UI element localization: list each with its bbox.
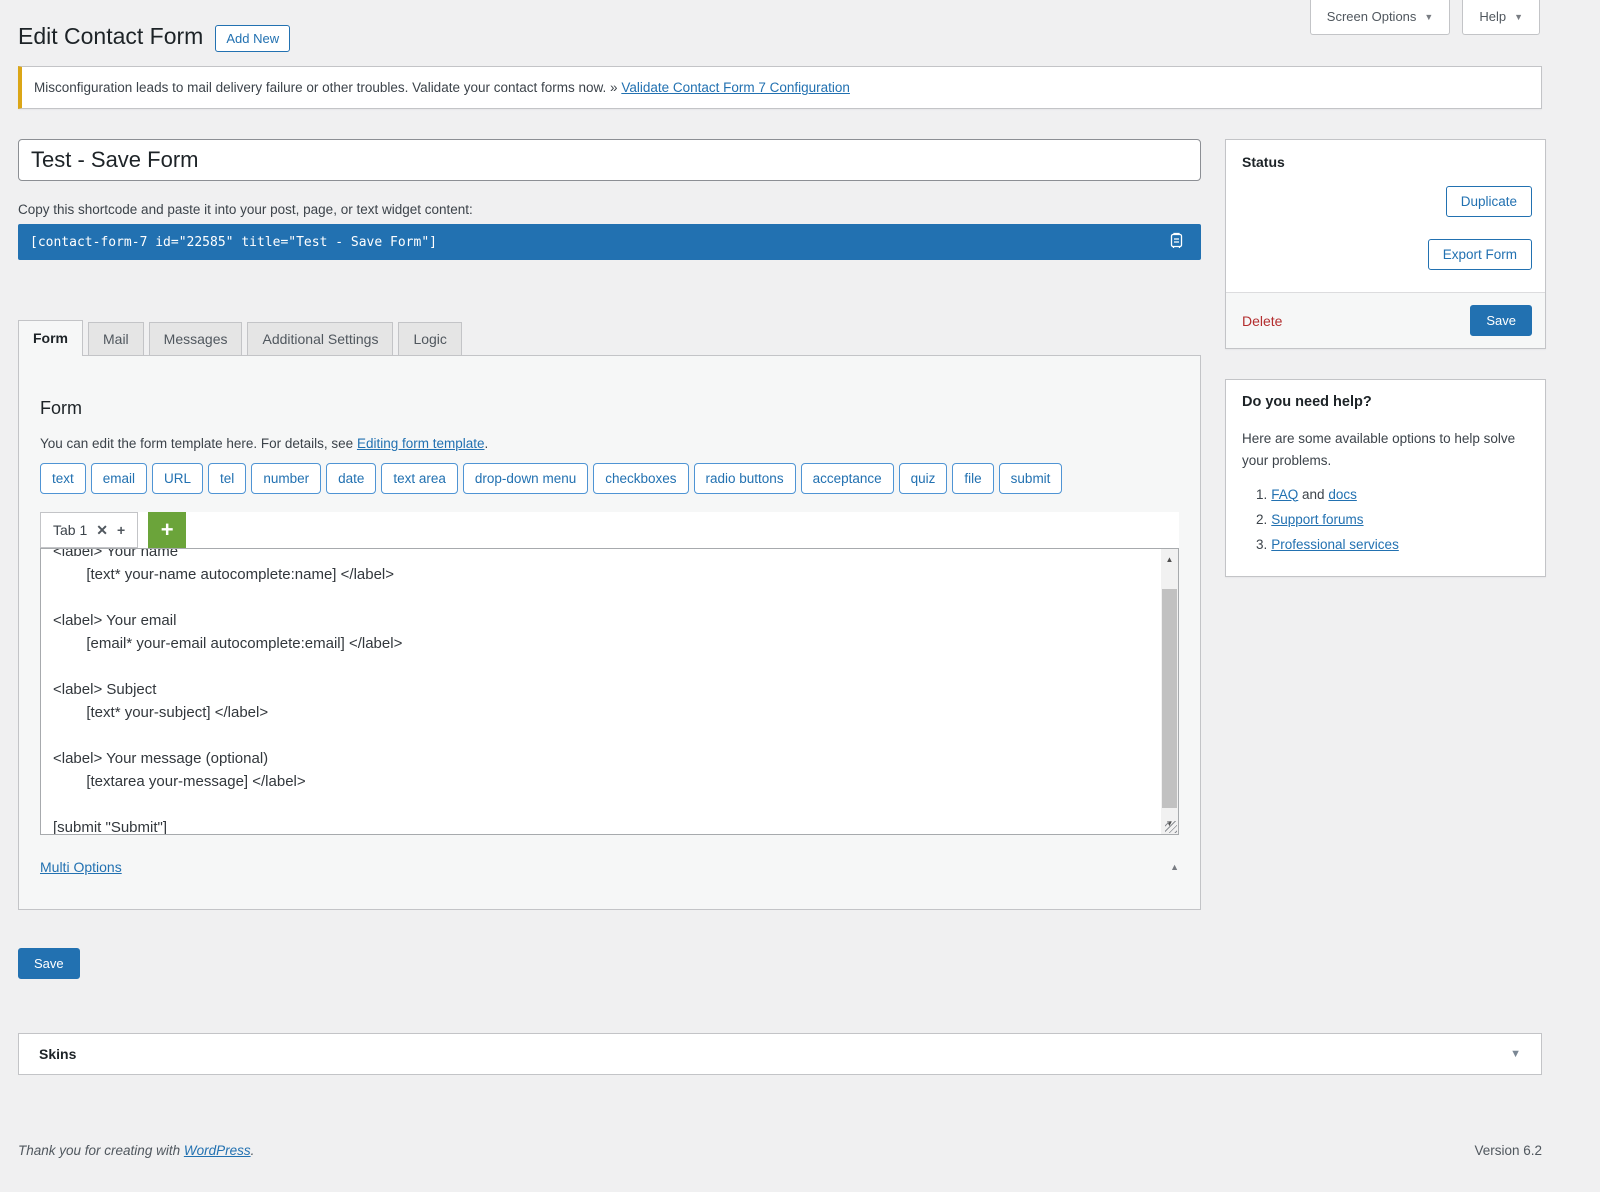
- editor-tab-1-label: Tab 1: [53, 522, 87, 538]
- tag-button-number[interactable]: number: [251, 463, 321, 494]
- editor-tab-1[interactable]: Tab 1 ✕ +: [40, 512, 138, 548]
- panel-heading: Form: [40, 398, 1179, 419]
- panel-description-period: .: [485, 436, 489, 451]
- main-column: Copy this shortcode and paste it into yo…: [18, 139, 1201, 979]
- copy-shortcode-button[interactable]: [1164, 232, 1189, 252]
- tag-button-email[interactable]: email: [91, 463, 147, 494]
- tag-button-submit[interactable]: submit: [999, 463, 1063, 494]
- form-template-code[interactable]: <label> Your name [text* your-name autoc…: [41, 549, 1161, 834]
- page-title: Edit Contact Form: [18, 22, 203, 52]
- tag-button-file[interactable]: file: [952, 463, 993, 494]
- save-button[interactable]: Save: [18, 948, 80, 979]
- shortcode-value[interactable]: [contact-form-7 id="22585" title="Test -…: [30, 235, 437, 250]
- delete-link[interactable]: Delete: [1242, 313, 1282, 329]
- editor-scrollbar[interactable]: ▲ ▼: [1161, 549, 1178, 834]
- form-template-editor-area: <label> Your name [text* your-name autoc…: [40, 548, 1179, 835]
- editor-tab-nav: Tab 1 ✕ + +: [40, 512, 1179, 548]
- close-tab-icon[interactable]: ✕: [96, 522, 108, 539]
- footer-thanks: Thank you for creating with WordPress.: [18, 1143, 254, 1158]
- help-intro: Here are some available options to help …: [1242, 428, 1529, 473]
- support-forums-link[interactable]: Support forums: [1271, 512, 1363, 527]
- chevron-down-icon[interactable]: ▼: [1510, 1048, 1521, 1060]
- screen-meta: Screen Options ▼ Help ▼: [1310, 0, 1540, 35]
- wordpress-link[interactable]: WordPress: [184, 1143, 251, 1158]
- professional-services-link[interactable]: Professional services: [1271, 537, 1399, 552]
- editor-tabs: Form Mail Messages Additional Settings L…: [18, 321, 1201, 355]
- tag-button-text-area[interactable]: text area: [381, 463, 458, 494]
- multi-options-row: Multi Options ▲: [40, 835, 1179, 883]
- panel-description-text: You can edit the form template here. For…: [40, 436, 357, 451]
- docs-link[interactable]: docs: [1328, 487, 1357, 502]
- footer-thanks-period: .: [251, 1143, 255, 1158]
- add-tab-inline-icon[interactable]: +: [117, 522, 125, 538]
- faq-link[interactable]: FAQ: [1271, 487, 1298, 502]
- tag-generator-buttons: text email URL tel number date text area…: [40, 463, 1179, 494]
- help-item-number: 3.: [1256, 537, 1267, 552]
- status-box: Status Duplicate Export Form Delete Save: [1225, 139, 1546, 349]
- skins-section[interactable]: Skins ▼: [18, 1033, 1542, 1075]
- tag-button-url[interactable]: URL: [152, 463, 203, 494]
- form-title-input[interactable]: [18, 139, 1201, 181]
- chevron-down-icon: ▼: [1514, 12, 1523, 22]
- add-tab-button[interactable]: +: [148, 512, 186, 548]
- tab-additional-settings[interactable]: Additional Settings: [247, 322, 393, 356]
- tag-button-radio-buttons[interactable]: radio buttons: [694, 463, 796, 494]
- footer-thanks-text: Thank you for creating with: [18, 1143, 184, 1158]
- shortcode-hint: Copy this shortcode and paste it into yo…: [18, 202, 1201, 217]
- chevron-down-icon: ▼: [1424, 12, 1433, 22]
- tag-button-date[interactable]: date: [326, 463, 376, 494]
- list-item: 2. Support forums: [1256, 512, 1529, 527]
- copy-icon: [1168, 232, 1185, 252]
- help-list: 1. FAQ and docs 2. Support forums 3. Profes…: [1242, 487, 1529, 552]
- help-item-text: and: [1298, 487, 1328, 502]
- resize-handle[interactable]: [1165, 821, 1177, 833]
- scrollbar-thumb[interactable]: [1162, 589, 1177, 808]
- tag-button-tel[interactable]: tel: [208, 463, 246, 494]
- shortcode-bar: [contact-form-7 id="22585" title="Test -…: [18, 224, 1201, 260]
- status-actions: Duplicate Export Form: [1226, 170, 1545, 292]
- help-heading: Do you need help?: [1242, 394, 1529, 410]
- plus-icon: +: [161, 517, 174, 543]
- skins-heading: Skins: [39, 1046, 76, 1062]
- tag-button-acceptance[interactable]: acceptance: [801, 463, 894, 494]
- screen-options-label: Screen Options: [1327, 9, 1417, 24]
- form-template-editor[interactable]: <label> Your name [text* your-name autoc…: [41, 549, 1161, 834]
- config-warning-notice: Misconfiguration leads to mail delivery …: [18, 66, 1542, 109]
- scroll-up-icon[interactable]: ▲: [1161, 551, 1178, 568]
- tag-button-checkboxes[interactable]: checkboxes: [593, 463, 688, 494]
- notice-text: Misconfiguration leads to mail delivery …: [34, 80, 618, 95]
- duplicate-button[interactable]: Duplicate: [1446, 186, 1532, 217]
- tab-form[interactable]: Form: [18, 320, 83, 356]
- status-footer: Delete Save: [1226, 292, 1545, 348]
- form-panel: Form You can edit the form template here…: [18, 355, 1201, 910]
- admin-footer: Thank you for creating with WordPress. V…: [18, 1143, 1542, 1178]
- admin-wrap: Edit Contact Form Add New Misconfigurati…: [18, 0, 1542, 1178]
- list-item: 1. FAQ and docs: [1256, 487, 1529, 502]
- export-form-button[interactable]: Export Form: [1428, 239, 1532, 270]
- help-box: Do you need help? Here are some availabl…: [1225, 379, 1546, 577]
- panel-description: You can edit the form template here. For…: [40, 436, 1179, 451]
- tab-mail[interactable]: Mail: [88, 322, 144, 356]
- tag-button-drop-down-menu[interactable]: drop-down menu: [463, 463, 588, 494]
- add-new-button[interactable]: Add New: [215, 25, 290, 52]
- status-heading: Status: [1226, 140, 1545, 170]
- list-item: 3. Professional services: [1256, 537, 1529, 552]
- collapse-up-icon[interactable]: ▲: [1170, 862, 1179, 872]
- help-button[interactable]: Help ▼: [1462, 0, 1540, 35]
- editing-form-template-link[interactable]: Editing form template: [357, 436, 485, 451]
- tag-button-text[interactable]: text: [40, 463, 86, 494]
- tab-logic[interactable]: Logic: [398, 322, 461, 356]
- footer-version: Version 6.2: [1474, 1143, 1542, 1158]
- validate-config-link[interactable]: Validate Contact Form 7 Configuration: [621, 80, 850, 95]
- sidebar: Status Duplicate Export Form Delete Save…: [1225, 139, 1546, 577]
- help-label: Help: [1479, 9, 1506, 24]
- help-item-number: 1.: [1256, 487, 1267, 502]
- help-item-number: 2.: [1256, 512, 1267, 527]
- sidebar-save-button[interactable]: Save: [1470, 305, 1532, 336]
- tag-button-quiz[interactable]: quiz: [899, 463, 948, 494]
- screen-options-button[interactable]: Screen Options ▼: [1310, 0, 1451, 35]
- tab-messages[interactable]: Messages: [149, 322, 243, 356]
- multi-options-link[interactable]: Multi Options: [40, 859, 122, 875]
